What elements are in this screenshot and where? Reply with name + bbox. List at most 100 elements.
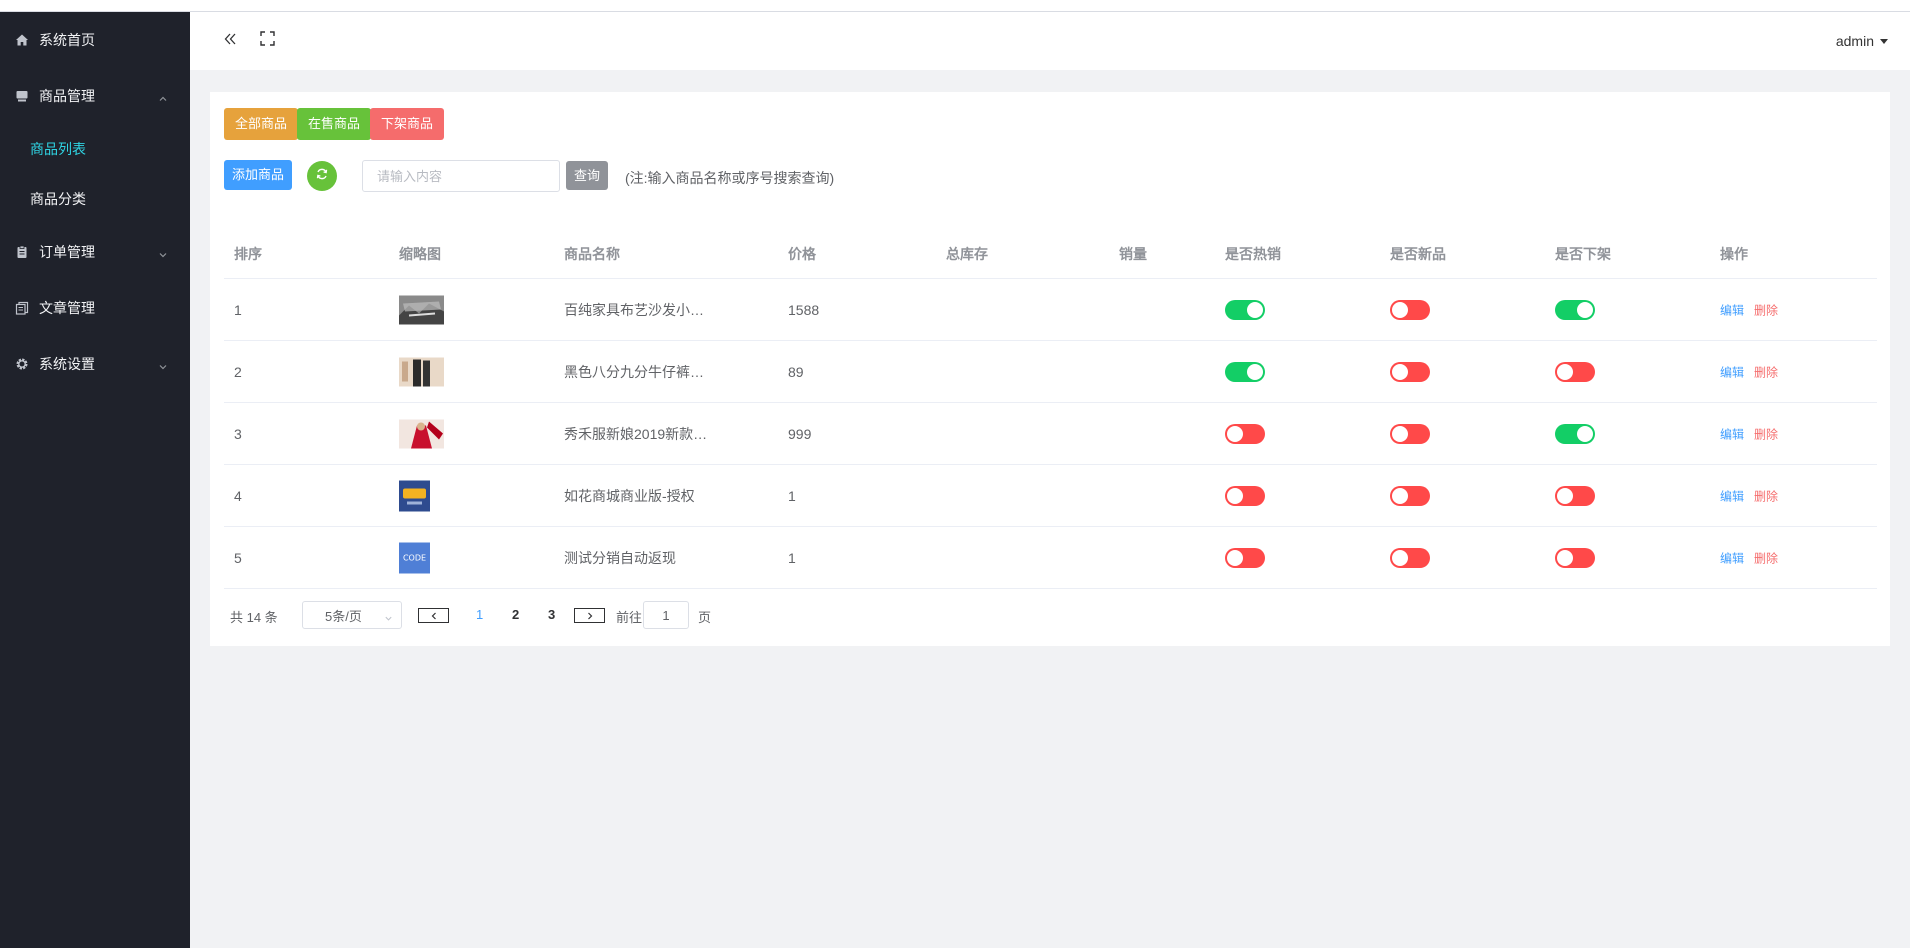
- product-name: 如花商城商业版-授权: [564, 487, 695, 504]
- new-switch[interactable]: [1390, 423, 1430, 444]
- off-shelf-switch[interactable]: [1555, 485, 1595, 506]
- row-index: 2: [234, 363, 242, 380]
- chevron-right-icon: [586, 608, 594, 623]
- edit-button[interactable]: 编辑: [1720, 427, 1744, 441]
- column-header: 商品名称: [564, 246, 620, 262]
- hot-switch[interactable]: [1225, 361, 1265, 382]
- sidebar-item-articles[interactable]: 文章管理: [0, 280, 190, 336]
- sidebar-item-product-list[interactable]: 商品列表: [0, 124, 190, 174]
- product-table: 排序 缩略图 商品名称 价格 总库存 销量 是否热销 是否新品 是否下架 操作 …: [224, 226, 1877, 589]
- off-shelf-switch[interactable]: [1555, 299, 1595, 320]
- product-thumbnail: [399, 419, 444, 448]
- sidebar-item-label: 订单管理: [39, 244, 95, 260]
- sidebar-item-settings[interactable]: 系统设置: [0, 336, 190, 392]
- product-price: 89: [788, 363, 804, 380]
- pagination-total: 共 14 条: [230, 610, 278, 625]
- page-number-1[interactable]: 1: [476, 607, 483, 622]
- collapse-sidebar-button[interactable]: [220, 31, 240, 51]
- row-actions: 编辑 删除: [1720, 363, 1778, 380]
- sidebar-subitem-label: 商品分类: [30, 191, 86, 207]
- row-actions: 编辑 删除: [1720, 549, 1778, 566]
- page-number-3[interactable]: 3: [548, 607, 555, 622]
- new-switch[interactable]: [1390, 547, 1430, 568]
- new-switch[interactable]: [1390, 485, 1430, 506]
- column-header: 缩略图: [399, 246, 441, 262]
- page-size-select[interactable]: 5条/页: [302, 601, 402, 629]
- hot-switch[interactable]: [1225, 299, 1265, 320]
- off-shelf-switch[interactable]: [1555, 361, 1595, 382]
- column-header: 是否热销: [1225, 246, 1281, 262]
- add-product-button[interactable]: 添加商品: [224, 160, 293, 190]
- gear-icon: [15, 357, 29, 371]
- edit-button[interactable]: 编辑: [1720, 489, 1744, 503]
- sidebar-item-home[interactable]: 系统首页: [0, 12, 190, 68]
- off-shelf-switch[interactable]: [1555, 423, 1595, 444]
- sidebar-item-label: 系统首页: [39, 32, 95, 48]
- next-page-button[interactable]: [574, 608, 605, 623]
- new-switch[interactable]: [1390, 299, 1430, 320]
- filter-all-button[interactable]: 全部商品: [224, 108, 299, 140]
- delete-button[interactable]: 删除: [1754, 551, 1778, 565]
- chevron-left-icon: [430, 608, 438, 623]
- column-header: 是否新品: [1390, 246, 1446, 262]
- sidebar-item-product-category[interactable]: 商品分类: [0, 174, 190, 224]
- sidebar-subitem-label: 商品列表: [30, 141, 86, 157]
- row-index: 5: [234, 549, 242, 566]
- prev-page-button[interactable]: [418, 608, 449, 623]
- search-input[interactable]: [362, 160, 560, 192]
- page-number-2[interactable]: 2: [512, 607, 519, 622]
- row-actions: 编辑 删除: [1720, 487, 1778, 504]
- table-row: 1 百纯家具布艺沙发小… 1588 编辑 删除: [224, 279, 1877, 341]
- goto-prefix: 前往: [616, 610, 643, 625]
- delete-button[interactable]: 删除: [1754, 489, 1778, 503]
- sidebar-item-orders[interactable]: 订单管理: [0, 224, 190, 280]
- column-header: 操作: [1720, 246, 1748, 262]
- double-chevron-left-icon: [223, 32, 237, 51]
- product-thumbnail: CODE: [399, 542, 430, 573]
- goto-suffix: 页: [698, 610, 712, 625]
- row-index: 1: [234, 301, 242, 318]
- row-actions: 编辑 删除: [1720, 301, 1778, 318]
- delete-button[interactable]: 删除: [1754, 303, 1778, 317]
- product-price: 1588: [788, 301, 820, 318]
- new-switch[interactable]: [1390, 361, 1430, 382]
- delete-button[interactable]: 删除: [1754, 365, 1778, 379]
- product-price: 999: [788, 425, 812, 442]
- hot-switch[interactable]: [1225, 423, 1265, 444]
- fullscreen-button[interactable]: [257, 31, 277, 51]
- top-header: admin: [190, 12, 1910, 70]
- row-index: 3: [234, 425, 242, 442]
- chevron-down-icon: [158, 247, 168, 263]
- edit-button[interactable]: 编辑: [1720, 551, 1744, 565]
- query-button[interactable]: 查询: [566, 161, 609, 190]
- column-header: 销量: [1119, 246, 1147, 262]
- table-header: 排序 缩略图 商品名称 价格 总库存 销量 是否热销 是否新品 是否下架 操作: [224, 226, 1877, 279]
- product-icon: [15, 89, 29, 103]
- table-row: 4 如花商城商业版-授权 1 编辑 删除: [224, 465, 1877, 527]
- code-thumbnail-text: CODE: [399, 542, 430, 573]
- user-menu[interactable]: admin: [1836, 33, 1888, 49]
- hot-switch[interactable]: [1225, 547, 1265, 568]
- product-name: 百纯家具布艺沙发小…: [564, 301, 704, 318]
- sidebar-item-label: 系统设置: [39, 356, 95, 372]
- product-thumbnail: [399, 357, 444, 386]
- goto-page-input[interactable]: [643, 601, 689, 629]
- row-actions: 编辑 删除: [1720, 425, 1778, 442]
- product-price: 1: [788, 549, 796, 566]
- refresh-button[interactable]: [307, 161, 337, 191]
- column-header: 排序: [234, 246, 262, 262]
- table-row: 5 CODE 测试分销自动返现 1 编辑 删除: [224, 527, 1877, 589]
- chevron-down-icon: [158, 359, 168, 375]
- sidebar-item-label: 文章管理: [39, 300, 95, 316]
- edit-button[interactable]: 编辑: [1720, 303, 1744, 317]
- hot-switch[interactable]: [1225, 485, 1265, 506]
- off-shelf-switch[interactable]: [1555, 547, 1595, 568]
- edit-button[interactable]: 编辑: [1720, 365, 1744, 379]
- sidebar-item-products[interactable]: 商品管理: [0, 68, 190, 124]
- chevron-up-icon: [158, 91, 168, 107]
- delete-button[interactable]: 删除: [1754, 427, 1778, 441]
- product-thumbnail: [399, 480, 430, 511]
- filter-off-shelf-button[interactable]: 下架商品: [370, 108, 445, 140]
- product-price: 1: [788, 487, 796, 504]
- filter-on-sale-button[interactable]: 在售商品: [297, 108, 372, 140]
